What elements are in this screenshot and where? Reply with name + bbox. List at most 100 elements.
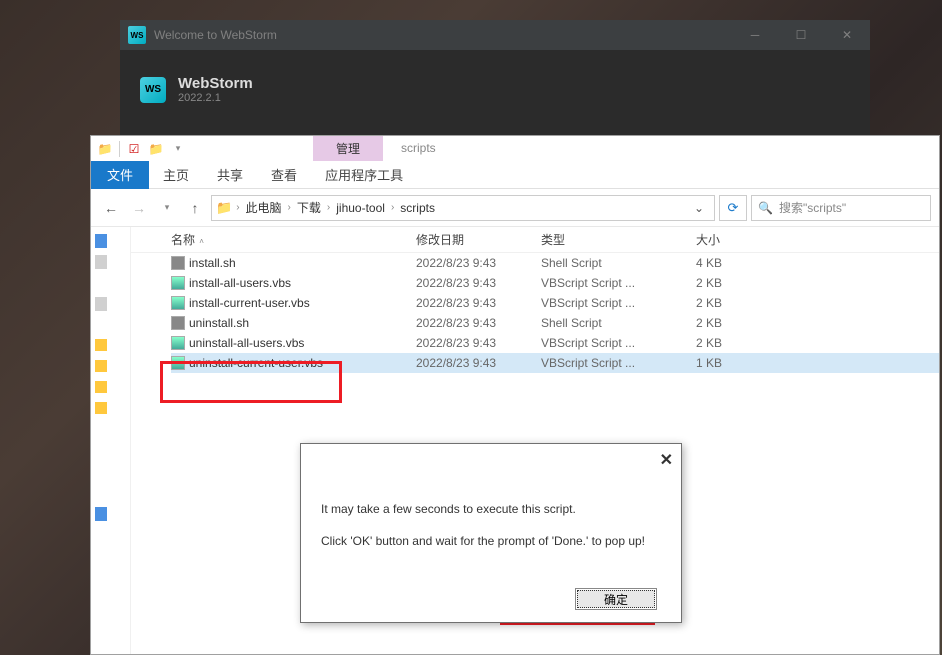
tab-view[interactable]: 查看 xyxy=(257,161,311,189)
file-date: 2022/8/23 9:43 xyxy=(416,316,541,330)
chevron-right-icon[interactable]: › xyxy=(234,202,241,213)
file-size: 4 KB xyxy=(696,256,776,270)
file-name: install-all-users.vbs xyxy=(189,276,291,290)
file-icon xyxy=(171,276,185,290)
ribbon-context-tab[interactable]: 管理 xyxy=(313,136,383,161)
file-size: 2 KB xyxy=(696,276,776,290)
webstorm-title: Welcome to WebStorm xyxy=(154,28,732,42)
ribbon-tabs: 文件 主页 共享 查看 应用程序工具 xyxy=(91,161,939,189)
open-folder-icon[interactable]: 📁 xyxy=(146,140,166,158)
webstorm-content: WS WebStorm 2022.2.1 xyxy=(120,50,870,129)
file-list: install.sh2022/8/23 9:43Shell Script4 KB… xyxy=(131,253,939,373)
sort-indicator-icon: ˄ xyxy=(197,237,204,246)
webstorm-logo-icon: WS xyxy=(140,77,166,103)
divider xyxy=(119,141,120,157)
ok-button[interactable]: 确定 xyxy=(575,588,657,610)
file-name: install-current-user.vbs xyxy=(189,296,310,310)
file-icon xyxy=(171,316,185,330)
breadcrumb-item[interactable]: 此电脑 xyxy=(242,199,286,216)
sidebar-icon[interactable] xyxy=(95,360,107,372)
column-headers: 名称 ˄ 修改日期 类型 大小 xyxy=(131,227,939,253)
file-size: 2 KB xyxy=(696,316,776,330)
folder-icon[interactable]: 📁 xyxy=(95,140,115,158)
file-date: 2022/8/23 9:43 xyxy=(416,296,541,310)
ribbon-context-title: scripts xyxy=(401,136,436,161)
sidebar-icon[interactable] xyxy=(95,402,107,414)
sidebar-icon[interactable] xyxy=(95,255,107,269)
properties-icon[interactable]: ☑ xyxy=(124,140,144,158)
chevron-right-icon[interactable]: › xyxy=(389,202,396,213)
file-size: 2 KB xyxy=(696,296,776,310)
file-row[interactable]: install-all-users.vbs 2022/8/23 9:43VBScr… xyxy=(171,273,939,293)
tab-share[interactable]: 共享 xyxy=(203,161,257,189)
file-type: VBScript Script ... xyxy=(541,356,696,370)
file-type: VBScript Script ... xyxy=(541,276,696,290)
close-button[interactable]: ✕ xyxy=(824,20,870,50)
tab-apptools[interactable]: 应用程序工具 xyxy=(311,161,417,189)
file-date: 2022/8/23 9:43 xyxy=(416,336,541,350)
quick-access-toolbar: 📁 ☑ 📁 ▾ 管理 scripts xyxy=(91,136,939,161)
webstorm-version: 2022.2.1 xyxy=(178,92,253,104)
webstorm-window: WS Welcome to WebStorm ─ ☐ ✕ WS WebStorm… xyxy=(120,20,870,135)
file-name: uninstall-all-users.vbs xyxy=(189,336,304,350)
search-placeholder: 搜索"scripts" xyxy=(779,199,846,216)
file-row[interactable]: install-current-user.vbs 2022/8/23 9:43VB… xyxy=(171,293,939,313)
script-dialog: ✕ It may take a few seconds to execute t… xyxy=(300,443,682,623)
breadcrumb-item[interactable]: jihuo-tool xyxy=(332,201,389,215)
file-type: VBScript Script ... xyxy=(541,336,696,350)
file-icon xyxy=(171,356,185,370)
dialog-message-line2: Click 'OK' button and wait for the promp… xyxy=(321,534,661,548)
minimize-button[interactable]: ─ xyxy=(732,20,778,50)
file-icon xyxy=(171,256,185,270)
file-name: install.sh xyxy=(189,256,236,270)
forward-button[interactable]: → xyxy=(127,196,151,220)
tab-file[interactable]: 文件 xyxy=(91,161,149,189)
sidebar-icon[interactable] xyxy=(95,234,107,248)
tab-home[interactable]: 主页 xyxy=(149,161,203,189)
sidebar-icon[interactable] xyxy=(95,339,107,351)
file-date: 2022/8/23 9:43 xyxy=(416,356,541,370)
file-row[interactable]: uninstall-all-users.vbs 2022/8/23 9:43VBS… xyxy=(171,333,939,353)
sidebar-icon[interactable] xyxy=(95,381,107,393)
file-row[interactable]: uninstall.sh2022/8/23 9:43Shell Script2 … xyxy=(171,313,939,333)
file-icon xyxy=(171,336,185,350)
file-size: 2 KB xyxy=(696,336,776,350)
breadcrumb-folder-icon: 📁 xyxy=(216,200,232,216)
nav-bar: ← → ▾ ↑ 📁 › 此电脑 › 下载 › jihuo-tool › scri… xyxy=(91,189,939,227)
recent-dropdown[interactable]: ▾ xyxy=(155,196,179,220)
column-date[interactable]: 修改日期 xyxy=(416,231,541,248)
breadcrumb-item[interactable]: 下载 xyxy=(293,199,325,216)
breadcrumb-bar[interactable]: 📁 › 此电脑 › 下载 › jihuo-tool › scripts ⌄ xyxy=(211,195,715,221)
webstorm-app-icon: WS xyxy=(128,26,146,44)
back-button[interactable]: ← xyxy=(99,196,123,220)
file-date: 2022/8/23 9:43 xyxy=(416,276,541,290)
breadcrumb-item[interactable]: scripts xyxy=(396,201,439,215)
dialog-message-line1: It may take a few seconds to execute thi… xyxy=(321,502,661,516)
column-type[interactable]: 类型 xyxy=(541,231,696,248)
search-icon: 🔍 xyxy=(758,201,773,215)
breadcrumb-dropdown-icon[interactable]: ⌄ xyxy=(688,201,710,215)
column-name[interactable]: 名称 ˄ xyxy=(171,231,416,248)
file-date: 2022/8/23 9:43 xyxy=(416,256,541,270)
chevron-right-icon[interactable]: › xyxy=(325,202,332,213)
webstorm-titlebar[interactable]: WS Welcome to WebStorm ─ ☐ ✕ xyxy=(120,20,870,50)
refresh-button[interactable]: ⟳ xyxy=(719,195,747,221)
file-size: 1 KB xyxy=(696,356,776,370)
up-button[interactable]: ↑ xyxy=(183,196,207,220)
file-type: VBScript Script ... xyxy=(541,296,696,310)
dialog-close-button[interactable]: ✕ xyxy=(660,450,673,470)
sidebar-icon[interactable] xyxy=(95,507,107,521)
maximize-button[interactable]: ☐ xyxy=(778,20,824,50)
search-input[interactable]: 🔍 搜索"scripts" xyxy=(751,195,931,221)
file-type: Shell Script xyxy=(541,256,696,270)
column-size[interactable]: 大小 xyxy=(696,231,776,248)
file-name: uninstall-current-user.vbs xyxy=(189,356,323,370)
file-row[interactable]: uninstall-current-user.vbs 2022/8/23 9:43… xyxy=(171,353,939,373)
file-icon xyxy=(171,296,185,310)
file-type: Shell Script xyxy=(541,316,696,330)
file-row[interactable]: install.sh 2022/8/23 9:43Shell Script4 KB xyxy=(171,253,939,273)
chevron-right-icon[interactable]: › xyxy=(286,202,293,213)
qat-dropdown-icon[interactable]: ▾ xyxy=(168,140,188,158)
sidebar-icon[interactable] xyxy=(95,297,107,311)
navigation-sidebar[interactable] xyxy=(91,227,131,654)
